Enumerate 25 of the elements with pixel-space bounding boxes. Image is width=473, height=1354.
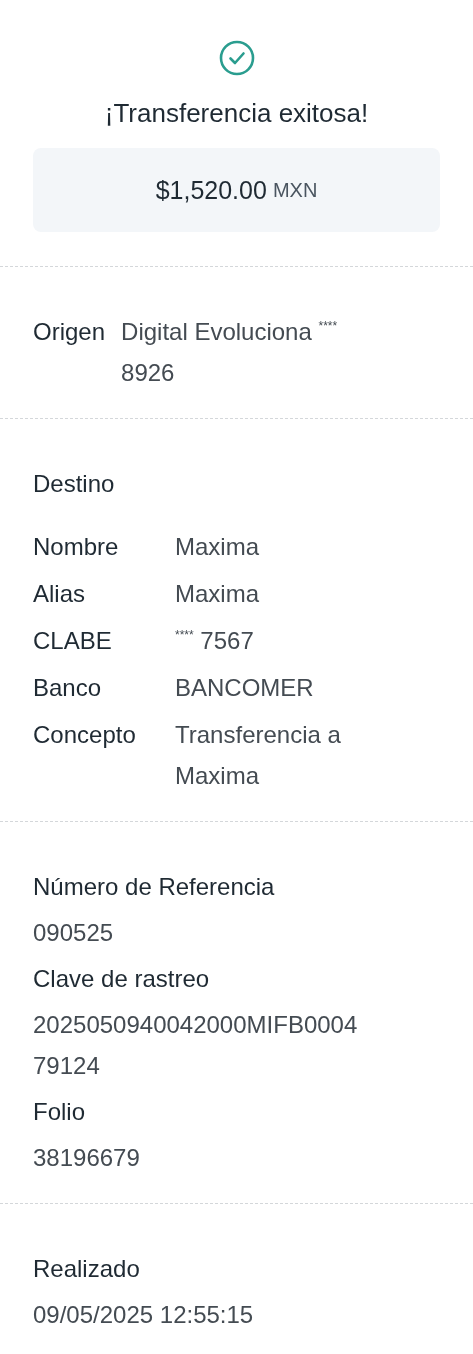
field-label: Alias — [33, 579, 87, 609]
field-value: Transferencia a Maxima — [175, 720, 342, 791]
field-value: BANCOMER — [175, 673, 315, 703]
field-label: Clave de rastreo — [33, 964, 210, 994]
field-value: 38196679 — [33, 1143, 140, 1173]
success-title: ¡Transferencia exitosa! — [104, 97, 369, 130]
field-value: $^{****}$ 7567 — [175, 626, 255, 656]
field-value: 090525 — [33, 918, 114, 948]
success-check-icon — [218, 40, 255, 76]
section-heading: Destino — [33, 469, 116, 499]
amount-value: $1,520.00 — [155, 175, 267, 205]
field-value: 2025050940042000MIFB000479124 — [33, 1010, 359, 1081]
origin-value: Digital Evoluciona $^{****}$ 8926 — [121, 317, 339, 388]
field-value: Maxima — [175, 579, 260, 609]
field-label: CLABE — [33, 626, 113, 656]
field-label: Realizado — [33, 1254, 140, 1284]
field-value: Maxima — [175, 532, 260, 562]
field-value: 09/05/2025 12:55:15 — [33, 1300, 254, 1330]
currency-code: MXN — [272, 178, 318, 202]
field-label: Nombre — [33, 532, 120, 562]
field-label: Folio — [33, 1097, 86, 1127]
field-label: Banco — [33, 673, 103, 703]
field-label: Número de Referencia — [33, 872, 275, 902]
field-label: Concepto — [33, 720, 137, 750]
origin-label: Origen — [33, 317, 106, 347]
